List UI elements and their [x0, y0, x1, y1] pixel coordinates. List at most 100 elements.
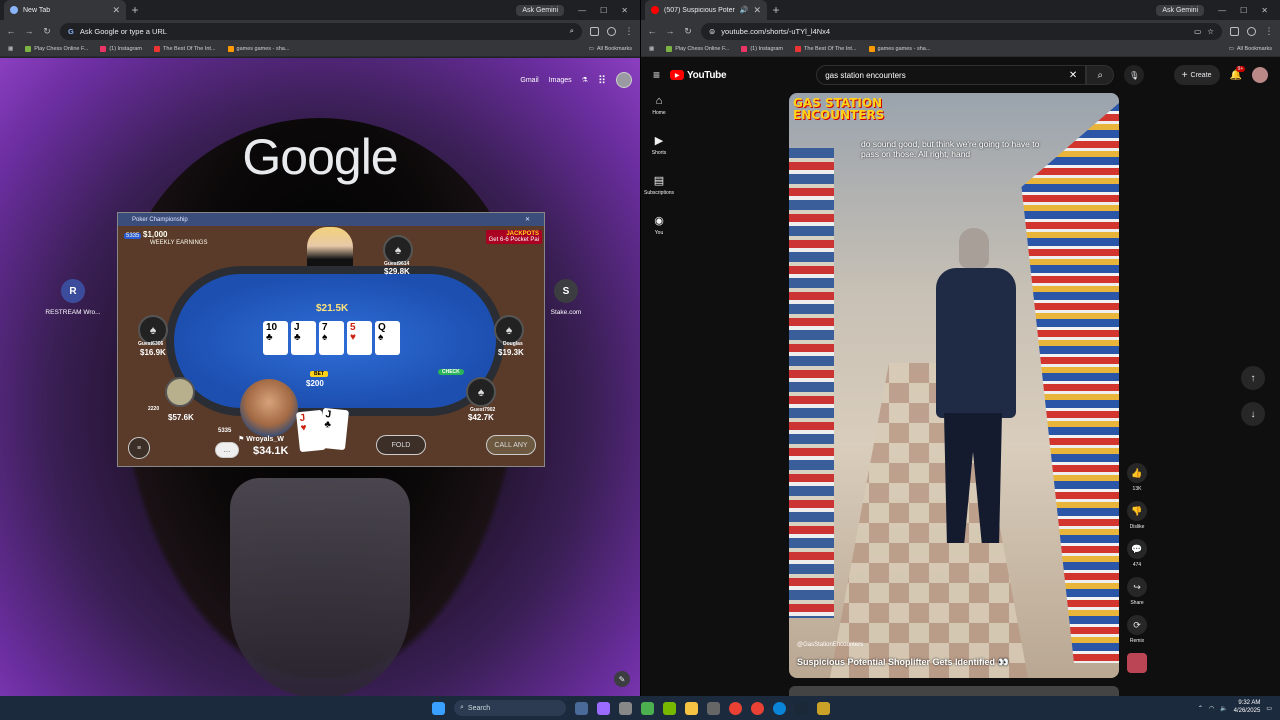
search-input[interactable]: gas station encounters ✕: [816, 65, 1087, 85]
steam-icon[interactable]: [795, 701, 808, 715]
video-title[interactable]: Suspicious Potential Shoplifter Gets Ide…: [797, 657, 1009, 668]
menu-icon[interactable]: ⋮: [624, 26, 634, 37]
volume-icon[interactable]: 🔈: [1220, 705, 1227, 712]
create-button[interactable]: + Create: [1173, 65, 1220, 85]
bookmark-item[interactable]: (1) Instagram: [100, 46, 142, 52]
shortcut-restream[interactable]: R RESTREAM Wro...: [38, 279, 108, 316]
fold-button[interactable]: FOLD: [376, 435, 426, 455]
app-icon[interactable]: [597, 701, 610, 715]
audio-icon[interactable]: 🔊: [740, 6, 749, 14]
chrome-icon[interactable]: [729, 701, 742, 715]
clear-search-icon[interactable]: ✕: [1069, 70, 1077, 81]
back-icon[interactable]: ←: [6, 26, 16, 36]
forward-icon[interactable]: →: [24, 26, 34, 36]
sidebar-item-home[interactable]: ⌂ Home: [641, 95, 677, 116]
close-icon[interactable]: ✕: [525, 216, 530, 223]
notifications-button[interactable]: 🔔 9+: [1230, 65, 1246, 81]
edge-icon[interactable]: [773, 701, 786, 715]
notifications-icon[interactable]: ▭: [1266, 705, 1272, 712]
clock[interactable]: 9:32 AM 4/26/2025: [1234, 700, 1261, 716]
maximize-icon[interactable]: ☐: [600, 6, 607, 15]
next-short-button[interactable]: ↓: [1241, 402, 1265, 426]
channel-handle[interactable]: @GasStationEncounters: [797, 642, 863, 648]
taskbar-search[interactable]: ⌕ Search: [454, 700, 566, 716]
bookmark-item[interactable]: The Best Of The Int...: [154, 46, 216, 52]
omnibox[interactable]: G Ask Google or type a URL ⌕: [60, 22, 582, 40]
apps-icon[interactable]: ▦: [649, 46, 654, 52]
all-bookmarks[interactable]: ▭ All Bookmarks: [589, 46, 632, 52]
chat-button[interactable]: …: [215, 442, 239, 458]
sidebar-item-subscriptions[interactable]: ▤ Subscriptions: [641, 174, 677, 196]
site-info-icon[interactable]: ⊜: [709, 27, 715, 36]
address-bar[interactable]: ⊜ youtube.com/shorts/-uTYl_l4Nx4 ▭ ☆: [701, 22, 1222, 40]
forward-icon[interactable]: →: [665, 26, 675, 36]
profile-icon[interactable]: [1247, 26, 1256, 36]
previous-short-button[interactable]: ↑: [1241, 366, 1265, 390]
close-window-icon[interactable]: ✕: [621, 6, 628, 15]
new-tab-button[interactable]: +: [126, 3, 144, 17]
task-view-icon[interactable]: [575, 701, 588, 715]
customize-pencil-icon[interactable]: ✎: [614, 671, 630, 687]
share-button[interactable]: ↪ Share: [1124, 577, 1150, 606]
minimize-icon[interactable]: —: [578, 6, 586, 15]
call-any-button[interactable]: CALL ANY: [486, 435, 536, 455]
google-apps-icon[interactable]: ⠿: [598, 74, 606, 87]
settings-icon[interactable]: [619, 701, 632, 715]
ask-gemini-button[interactable]: Ask Gemini: [1156, 4, 1205, 16]
youtube-logo[interactable]: ▶ YouTube: [670, 70, 727, 81]
like-button[interactable]: 👍 13K: [1124, 463, 1150, 492]
bookmark-item[interactable]: games games - sha...: [227, 46, 289, 52]
bookmark-item[interactable]: The Best Of The Int...: [795, 46, 857, 52]
back-icon[interactable]: ←: [647, 26, 657, 36]
images-link[interactable]: Images: [549, 77, 572, 84]
network-icon[interactable]: ◠: [1209, 705, 1214, 712]
extensions-icon[interactable]: [590, 26, 599, 36]
voice-search-button[interactable]: 🎙: [1124, 65, 1145, 85]
app-icon[interactable]: [641, 701, 654, 715]
reload-icon[interactable]: ↻: [683, 26, 693, 37]
bookmark-item[interactable]: games games - sha...: [868, 46, 930, 52]
avatar[interactable]: [1252, 67, 1268, 83]
app-icon[interactable]: [817, 701, 830, 715]
comments-button[interactable]: 💬 474: [1124, 539, 1150, 568]
file-explorer-icon[interactable]: [685, 701, 698, 715]
extensions-icon[interactable]: [1230, 26, 1239, 36]
tab-new-tab[interactable]: New Tab ✕: [4, 0, 126, 20]
sidebar-item-shorts[interactable]: ▶ Shorts: [641, 134, 677, 156]
menu-button[interactable]: ≡: [128, 437, 150, 459]
close-tab-icon[interactable]: ✕: [753, 5, 761, 16]
chrome-icon[interactable]: [751, 701, 764, 715]
cast-icon[interactable]: ▭: [1194, 27, 1201, 36]
nvidia-icon[interactable]: [663, 701, 676, 715]
maximize-icon[interactable]: ☐: [1240, 6, 1247, 15]
dislike-button[interactable]: 👎 Dislike: [1124, 501, 1150, 530]
channel-thumbnail[interactable]: [1127, 653, 1147, 673]
bookmark-item[interactable]: Play Chess Online F...: [666, 46, 729, 52]
app-icon[interactable]: [707, 701, 720, 715]
start-icon[interactable]: [432, 701, 445, 715]
apps-icon[interactable]: ▦: [8, 46, 13, 52]
minimize-icon[interactable]: —: [1218, 6, 1226, 15]
new-tab-button[interactable]: +: [767, 3, 785, 17]
chevron-up-icon[interactable]: ⌃: [1198, 705, 1203, 712]
all-bookmarks[interactable]: ▭ All Bookmarks: [1229, 46, 1272, 52]
labs-icon[interactable]: ⚗: [582, 76, 588, 84]
remix-button[interactable]: ⟳ Remix: [1124, 615, 1150, 644]
bookmark-item[interactable]: Play Chess Online F...: [25, 46, 88, 52]
next-short-preview[interactable]: [789, 686, 1119, 696]
ask-gemini-button[interactable]: Ask Gemini: [516, 4, 565, 16]
reload-icon[interactable]: ↻: [42, 26, 52, 37]
jackpot-banner[interactable]: JACKPOTS Get 6-6 Pocket Pai: [485, 230, 542, 244]
close-tab-icon[interactable]: ✕: [112, 5, 120, 16]
lens-icon[interactable]: ⌕: [570, 26, 574, 36]
menu-icon[interactable]: ⋮: [1264, 26, 1274, 37]
search-button[interactable]: ⌕: [1086, 65, 1115, 85]
profile-icon[interactable]: [607, 26, 616, 36]
bookmark-star-icon[interactable]: ☆: [1207, 27, 1214, 36]
close-window-icon[interactable]: ✕: [1261, 6, 1268, 15]
avatar[interactable]: [616, 72, 632, 88]
bookmark-item[interactable]: (1) Instagram: [741, 46, 783, 52]
hamburger-icon[interactable]: ≡: [653, 68, 660, 82]
tab-youtube[interactable]: (507) Suspicious Potential S... 🔊 ✕: [645, 0, 767, 20]
gmail-link[interactable]: Gmail: [520, 77, 538, 84]
